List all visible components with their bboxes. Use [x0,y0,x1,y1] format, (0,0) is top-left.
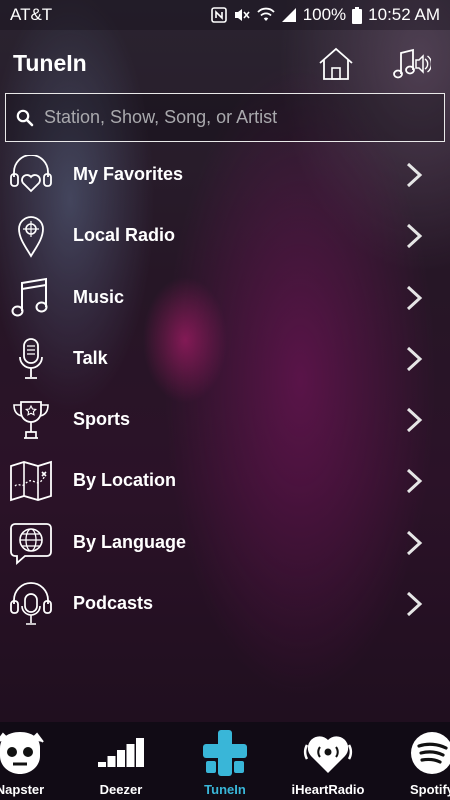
menu-item-music[interactable]: Music [0,267,450,328]
menu-item-label: Music [73,286,125,307]
tab-label: Napster [0,782,45,797]
status-icons: 100% 10:52 AM [210,5,440,25]
tunein-icon [203,728,247,778]
iheartradio-icon [303,728,353,778]
chevron-right-icon [406,408,423,433]
menu-item-label: By Language [73,531,187,552]
music-note-icon [8,275,54,321]
podcast-headphones-icon [8,581,54,627]
status-bar: AT&T 100% 10:52 AM [0,0,450,30]
signal-icon [281,7,297,23]
menu-item-sports[interactable]: Sports [0,389,450,450]
menu-item-by-language[interactable]: By Language [0,512,450,573]
napster-icon [0,728,45,778]
mute-icon [233,7,251,23]
chevron-right-icon [406,469,423,494]
chevron-right-icon [406,591,423,617]
tab-label: Spotify [409,782,450,797]
home-button[interactable] [316,44,356,84]
tab-iheartradio[interactable]: iHeartRadio [283,722,373,800]
chevron-right-icon [406,285,423,310]
battery-percent: 100% [302,5,347,24]
service-tab-bar: Napster Deezer TuneIn iHeartRadio Spotif… [0,722,450,800]
menu-item-label: Local Radio [73,225,176,246]
chevron-right-icon [406,346,423,371]
tab-deezer[interactable]: Deezer [76,722,166,800]
nfc-icon [210,7,227,23]
menu-item-my-favorites[interactable]: My Favorites [0,144,450,205]
microphone-icon [8,336,54,382]
battery-icon [352,6,363,24]
menu-item-by-location[interactable]: By Location [0,450,450,511]
home-icon [319,47,353,80]
heart-headphones-icon [8,152,54,198]
app-header: TuneIn [0,40,450,86]
menu-item-label: Talk [73,347,108,368]
music-speaker-icon [393,48,431,79]
tab-tunein[interactable]: TuneIn [180,722,270,800]
menu-item-podcasts[interactable]: Podcasts [0,573,450,634]
menu-item-label: Podcasts [73,593,154,614]
deezer-icon [98,728,144,778]
chevron-right-icon [406,162,423,188]
carrier-label: AT&T [10,5,53,24]
map-icon [8,458,54,504]
now-playing-button[interactable] [392,44,432,84]
location-pin-icon [8,213,54,259]
browse-menu: My Favorites Local Radio Music Talk Spor… [0,144,450,634]
tab-napster[interactable]: Napster [0,722,65,800]
menu-item-label: By Location [73,470,177,491]
menu-item-talk[interactable]: Talk [0,328,450,389]
tab-label: Deezer [99,782,143,797]
search-icon [16,109,34,126]
menu-item-label: My Favorites [73,164,184,184]
wifi-icon [257,7,275,23]
tab-label: TuneIn [204,782,246,797]
app-title: TuneIn [13,50,87,76]
menu-item-local-radio[interactable]: Local Radio [0,205,450,266]
spotify-icon [410,728,450,778]
chevron-right-icon [406,224,423,249]
search-input[interactable] [42,106,436,129]
tab-label: iHeartRadio [291,782,365,797]
search-bar[interactable] [5,93,445,142]
globe-speech-icon [8,520,54,566]
chevron-right-icon [406,530,423,555]
menu-item-label: Sports [73,409,131,430]
tab-spotify[interactable]: Spotify [387,722,450,800]
clock: 10:52 AM [368,5,440,24]
trophy-icon [8,397,54,443]
